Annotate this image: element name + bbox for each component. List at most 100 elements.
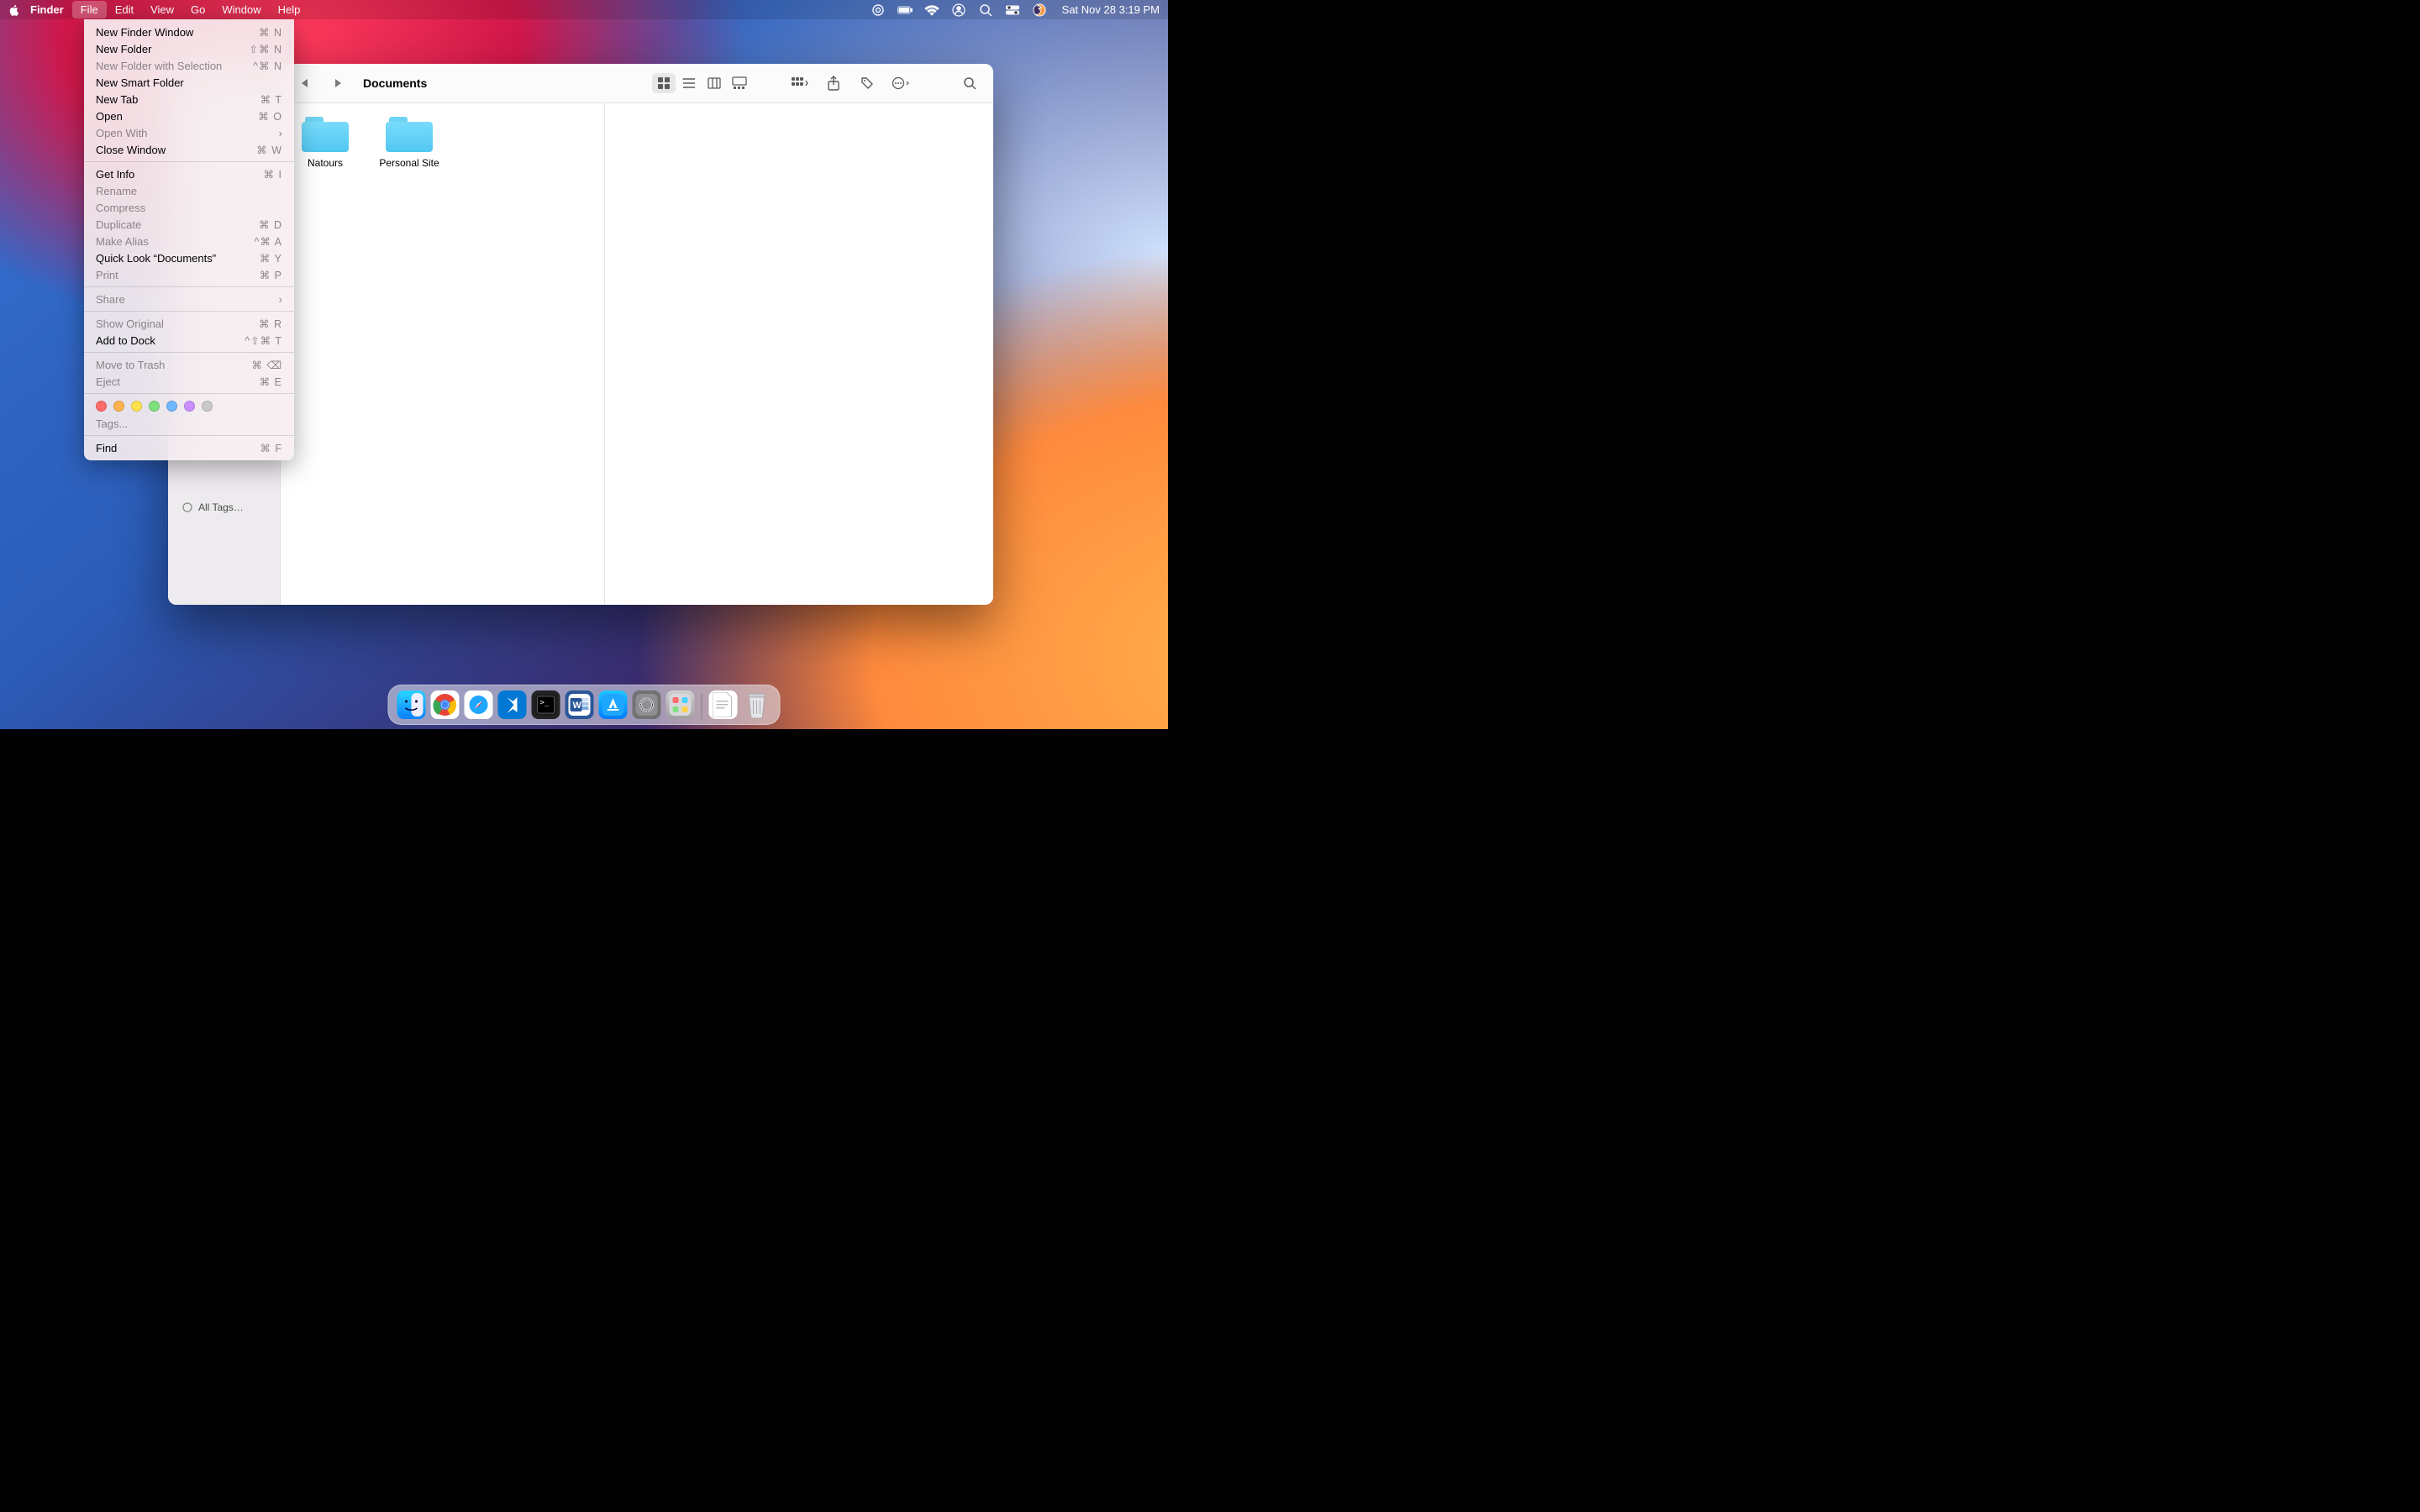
menu-item: Rename — [84, 182, 294, 199]
menubar-item-go[interactable]: Go — [182, 1, 213, 18]
folder-item[interactable]: Personal Site — [376, 115, 442, 169]
dock-app-launchpad[interactable] — [666, 690, 695, 719]
folder-name: Personal Site — [379, 157, 439, 169]
dock-app-terminal[interactable]: >_ — [532, 690, 560, 719]
menu-item: Make Alias^⌘ A — [84, 233, 294, 249]
view-list-button[interactable] — [677, 73, 701, 93]
dock-app-document[interactable] — [709, 690, 738, 719]
finder-files-area[interactable]: Natours Personal Site — [281, 103, 604, 605]
status-activity-icon[interactable] — [871, 3, 886, 18]
dock-app-safari[interactable] — [465, 690, 493, 719]
finder-main: Documents — [281, 64, 993, 605]
view-gallery-button[interactable] — [728, 73, 751, 93]
control-center-icon[interactable] — [1005, 3, 1020, 18]
search-button[interactable] — [958, 73, 981, 93]
tag-icon — [182, 501, 193, 513]
menu-item-label: Find — [96, 442, 260, 454]
menu-item[interactable]: Find⌘ F — [84, 439, 294, 456]
menu-item-label: Close Window — [96, 144, 256, 156]
dock-app-chrome[interactable] — [431, 690, 460, 719]
menu-item-label: Move to Trash — [96, 359, 251, 371]
menu-item-label: Duplicate — [96, 218, 259, 231]
sidebar-item-label: All Tags… — [198, 501, 244, 513]
battery-icon[interactable] — [897, 3, 913, 18]
user-account-icon[interactable] — [951, 3, 966, 18]
view-icon-button[interactable] — [652, 73, 676, 93]
view-column-button[interactable] — [702, 73, 726, 93]
menu-item-shortcut: ⌘ R — [259, 318, 282, 330]
folder-item[interactable]: Natours — [292, 115, 358, 169]
menu-item: Compress — [84, 199, 294, 216]
firefox-status-icon[interactable] — [1032, 3, 1047, 18]
group-by-button[interactable] — [788, 73, 812, 93]
dock-app-app-store[interactable] — [599, 690, 628, 719]
menubar-status-area: Sat Nov 28 3:19 PM — [871, 3, 1160, 18]
finder-title: Documents — [363, 76, 427, 90]
menu-item: Duplicate⌘ D — [84, 216, 294, 233]
dock-app-finder[interactable] — [397, 690, 426, 719]
menu-item[interactable]: Open⌘ O — [84, 108, 294, 124]
menu-item: Move to Trash⌘ ⌫ — [84, 356, 294, 373]
menu-item-label: Tags... — [96, 417, 282, 430]
spotlight-icon[interactable] — [978, 3, 993, 18]
finder-toolbar: Documents — [281, 64, 993, 103]
dock-app-system-preferences[interactable] — [633, 690, 661, 719]
menubar-item-help[interactable]: Help — [270, 1, 309, 18]
tag-color-dot[interactable] — [131, 401, 142, 412]
tag-button[interactable] — [855, 73, 879, 93]
menu-item-label: Quick Look “Documents” — [96, 252, 260, 265]
menubar-item-view[interactable]: View — [142, 1, 182, 18]
menu-item[interactable]: Quick Look “Documents”⌘ Y — [84, 249, 294, 266]
menu-item-label: Open With — [96, 127, 279, 139]
nav-back-button[interactable] — [292, 73, 316, 93]
menu-item-shortcut: ⇧⌘ N — [250, 43, 282, 55]
menu-item-label: Open — [96, 110, 258, 123]
menu-item[interactable]: Close Window⌘ W — [84, 141, 294, 158]
tag-color-dot[interactable] — [202, 401, 213, 412]
menu-item[interactable]: Add to Dock^⇧⌘ T — [84, 332, 294, 349]
view-mode-group — [652, 73, 751, 93]
share-button[interactable] — [822, 73, 845, 93]
menu-item-label: Make Alias — [96, 235, 255, 248]
menu-item[interactable]: New Tab⌘ T — [84, 91, 294, 108]
menu-item-shortcut: ^⌘ N — [253, 60, 282, 72]
menu-item[interactable]: New Folder⇧⌘ N — [84, 40, 294, 57]
svg-text:>_: >_ — [540, 699, 550, 707]
dock-app-word[interactable]: W — [566, 690, 594, 719]
menubar-item-file[interactable]: File — [72, 1, 107, 18]
menubar-app-name[interactable]: Finder — [22, 1, 72, 18]
menu-item-shortcut: ⌘ E — [260, 375, 282, 388]
dock-app-trash[interactable] — [743, 690, 771, 719]
menu-item-label: New Tab — [96, 93, 260, 106]
tag-color-dot[interactable] — [149, 401, 160, 412]
menu-item: Tags... — [84, 415, 294, 432]
menu-item[interactable]: Get Info⌘ I — [84, 165, 294, 182]
wifi-icon[interactable] — [924, 3, 939, 18]
menu-item[interactable]: New Smart Folder — [84, 74, 294, 91]
action-menu-button[interactable] — [889, 73, 913, 93]
tag-color-dot[interactable] — [96, 401, 107, 412]
folder-icon — [302, 115, 349, 152]
dock: >_ W — [388, 685, 781, 725]
submenu-chevron-icon: › — [279, 127, 282, 139]
nav-forward-button[interactable] — [326, 73, 350, 93]
menubar-item-edit[interactable]: Edit — [107, 1, 142, 18]
menubar: Finder File Edit View Go Window Help Sat… — [0, 0, 1168, 19]
dock-app-vs-code[interactable] — [498, 690, 527, 719]
menu-item: New Folder with Selection^⌘ N — [84, 57, 294, 74]
menu-item-shortcut: ⌘ O — [258, 110, 282, 123]
menu-item-shortcut: ⌘ T — [260, 93, 282, 106]
tag-color-dot[interactable] — [166, 401, 177, 412]
menubar-datetime[interactable]: Sat Nov 28 3:19 PM — [1059, 3, 1160, 16]
menubar-app-menus: Finder File Edit View Go Window Help — [22, 1, 308, 18]
folder-icon — [386, 115, 433, 152]
sidebar-item-all-tags[interactable]: All Tags… — [168, 499, 280, 516]
menu-item[interactable]: New Finder Window⌘ N — [84, 24, 294, 40]
menu-item-shortcut: ⌘ ⌫ — [251, 359, 282, 371]
menubar-item-window[interactable]: Window — [213, 1, 269, 18]
apple-menu-icon[interactable] — [7, 4, 22, 16]
tag-color-dot[interactable] — [113, 401, 124, 412]
menu-item-label: Add to Dock — [96, 334, 245, 347]
menu-item-shortcut: ⌘ P — [260, 269, 282, 281]
tag-color-dot[interactable] — [184, 401, 195, 412]
